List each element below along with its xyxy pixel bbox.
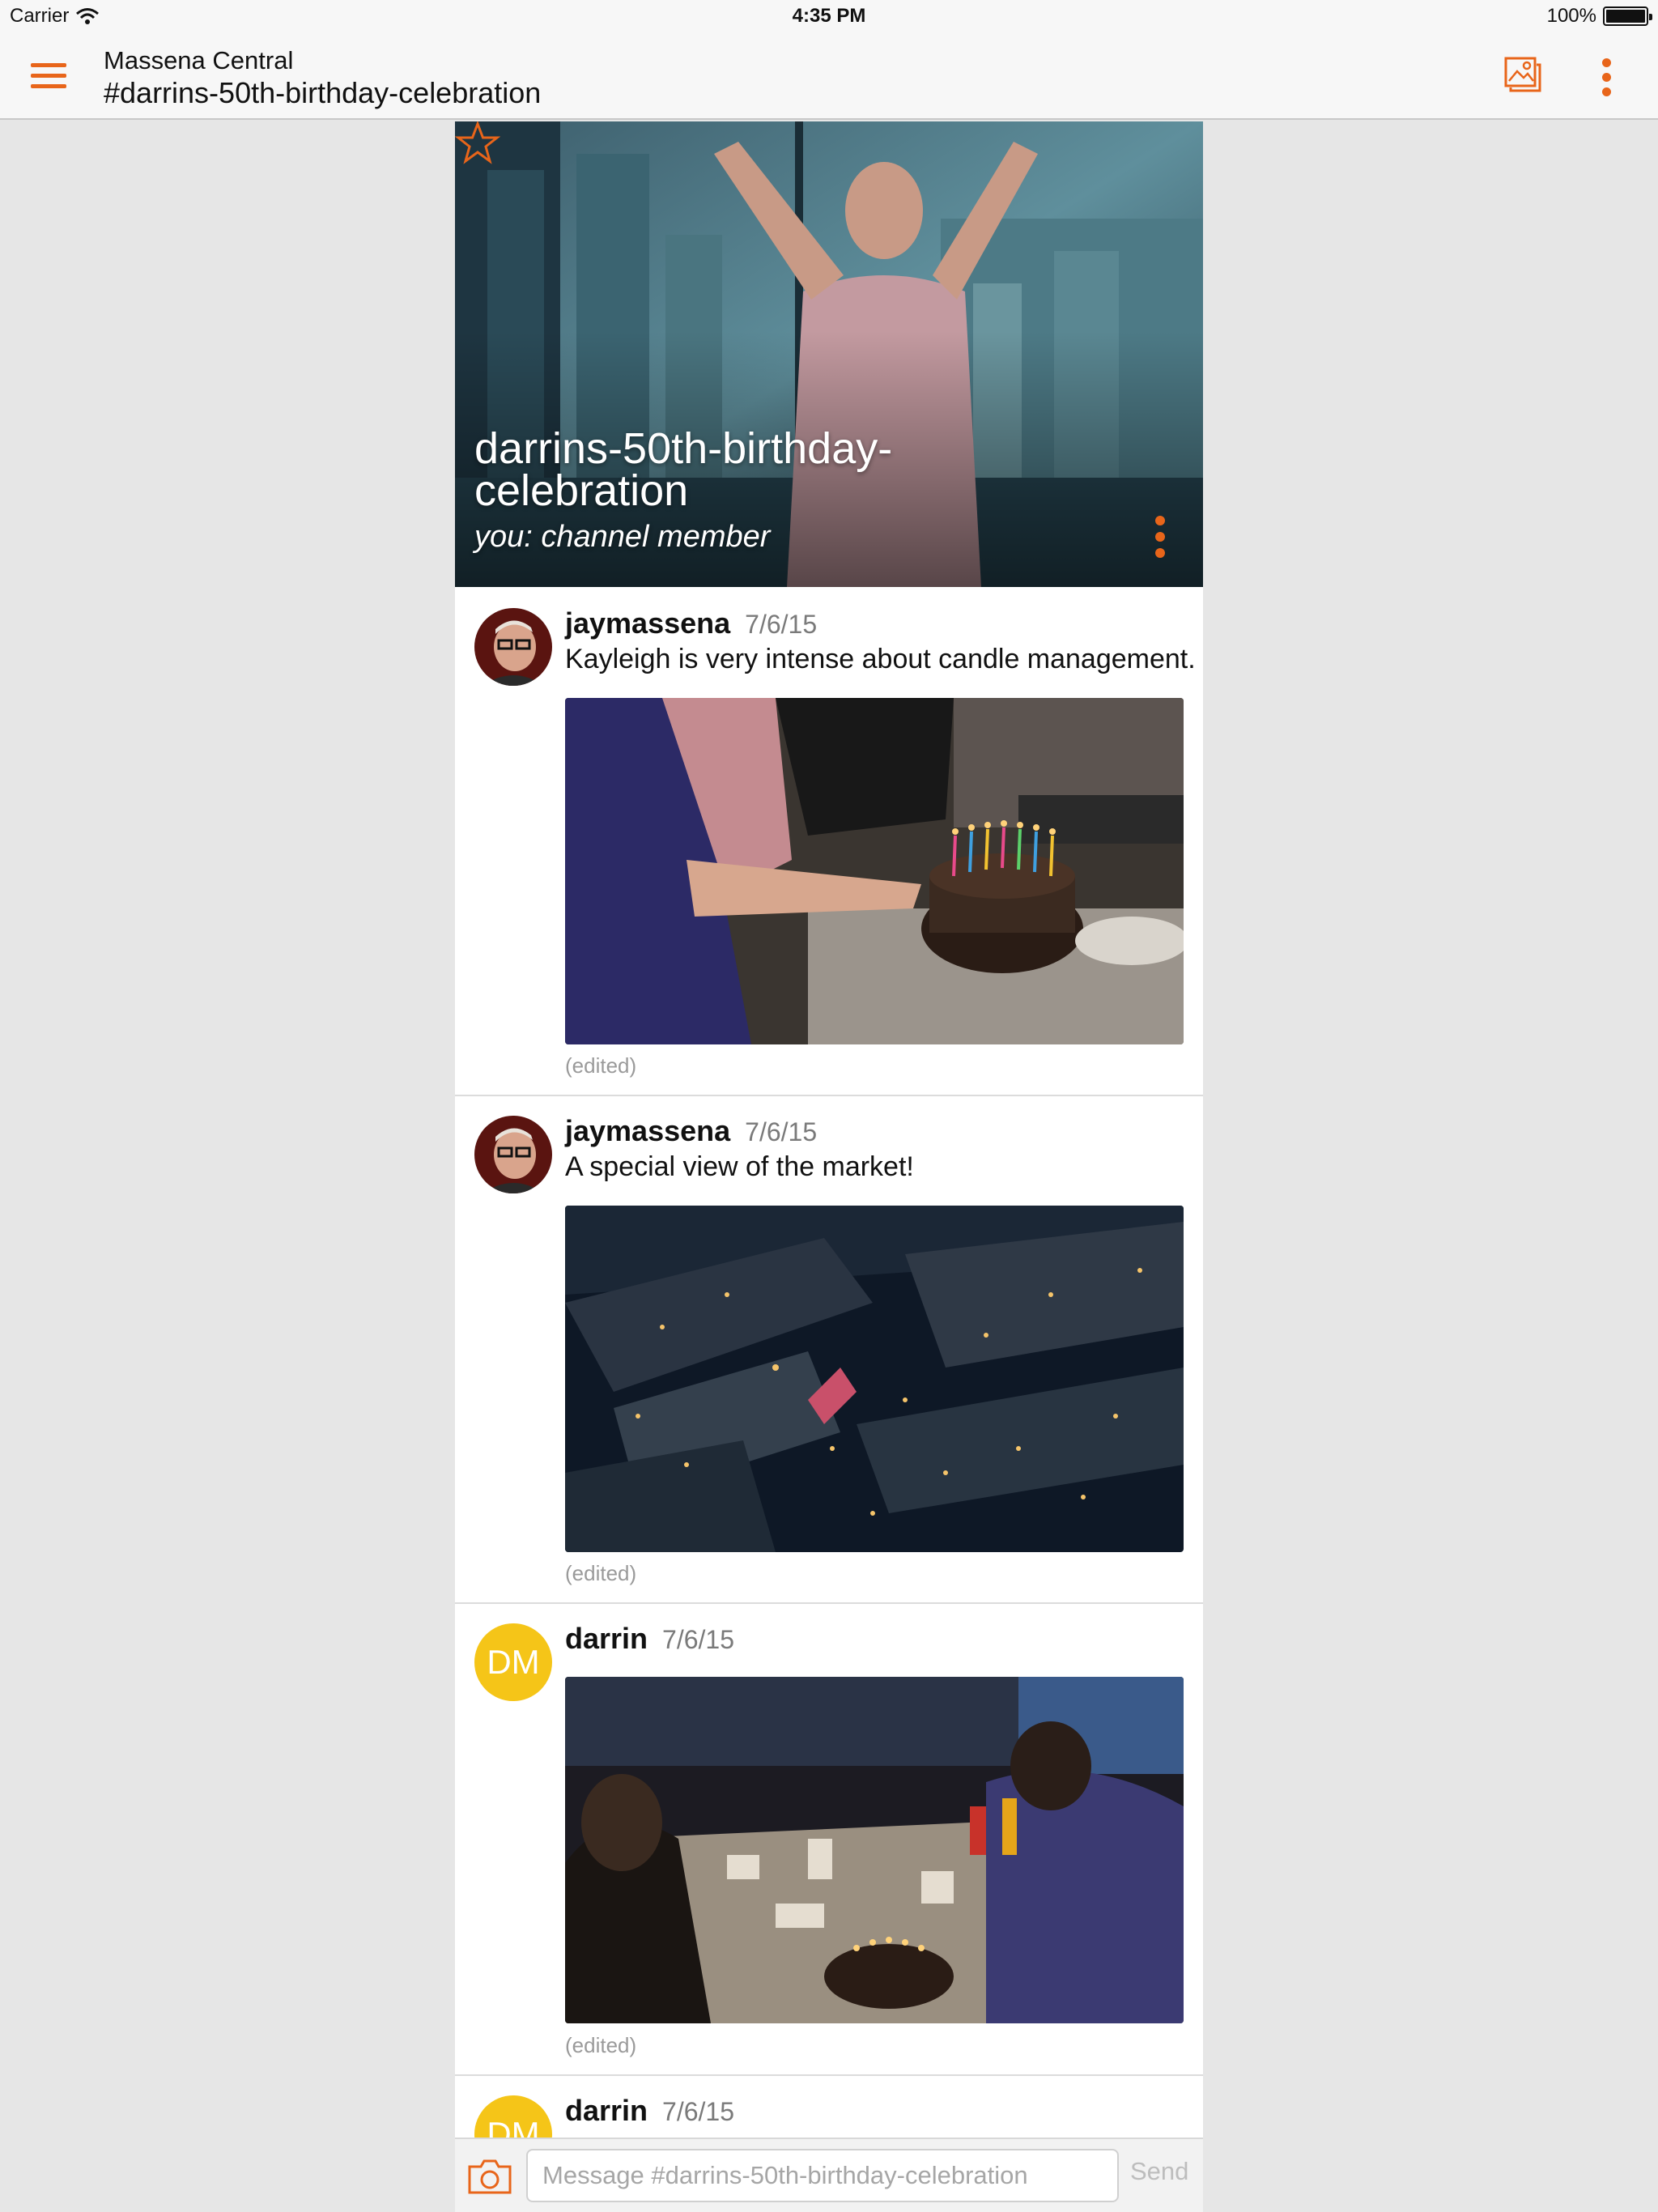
camera-icon[interactable]: [466, 2157, 513, 2196]
message-header: jaymassena 7/6/15: [565, 606, 817, 640]
send-button[interactable]: Send: [1130, 2157, 1188, 2186]
clock: 4:35 PM: [792, 5, 866, 27]
message-photo[interactable]: [565, 698, 1184, 1044]
hamburger-menu-icon[interactable]: [31, 63, 66, 89]
avatar[interactable]: DM: [474, 2095, 552, 2138]
message-composer: Send: [455, 2138, 1203, 2212]
channel-cover-photo: [455, 121, 1203, 587]
message-author[interactable]: jaymassena: [565, 606, 730, 640]
nav-titles: Massena Central #darrins-50th-birthday-c…: [104, 45, 541, 110]
channel-feed[interactable]: darrins-50th-birthday-celebration you: c…: [455, 121, 1203, 2138]
message-author[interactable]: darrin: [565, 1622, 648, 1656]
message-date: 7/6/15: [745, 610, 818, 639]
message-text: Kayleigh is very intense about candle ma…: [565, 644, 1196, 674]
message-input[interactable]: [526, 2149, 1119, 2202]
status-bar: Carrier 4:35 PM 100%: [0, 0, 1658, 32]
more-options-icon[interactable]: [1595, 57, 1619, 99]
avatar[interactable]: [474, 1116, 552, 1193]
channel-header: darrins-50th-birthday-celebration you: c…: [455, 121, 1203, 587]
message-photo[interactable]: [565, 1677, 1184, 2023]
message-author[interactable]: jaymassena: [565, 1114, 730, 1148]
battery-icon: [1603, 6, 1652, 26]
message-date: 7/6/15: [662, 1625, 734, 1654]
star-outline-icon[interactable]: [455, 121, 500, 165]
battery-indicator: 100%: [1546, 5, 1652, 28]
channel-more-icon[interactable]: [1151, 514, 1169, 559]
message-date: 7/6/15: [662, 2097, 734, 2126]
message-item: jaymassena 7/6/15 A special view of the …: [455, 1096, 1203, 1604]
message-header: jaymassena 7/6/15: [565, 1114, 817, 1148]
message-item: DM darrin 7/6/15: [455, 1604, 1203, 2076]
message-item: jaymassena 7/6/15 Kayleigh is very inten…: [455, 587, 1203, 1096]
edited-label: (edited): [565, 1561, 637, 1585]
channel-title: darrins-50th-birthday-celebration: [474, 424, 893, 515]
edited-label: (edited): [565, 2033, 637, 2057]
message-photo[interactable]: [565, 1206, 1184, 1552]
team-name: Massena Central: [104, 46, 294, 74]
message-header: darrin 7/6/15: [565, 2094, 734, 2128]
message-author[interactable]: darrin: [565, 2094, 648, 2128]
message-date: 7/6/15: [745, 1117, 818, 1146]
message-header: darrin 7/6/15: [565, 1622, 734, 1656]
edited-label: (edited): [565, 1053, 637, 1078]
avatar[interactable]: DM: [474, 1623, 552, 1701]
avatar[interactable]: [474, 608, 552, 686]
message-text: A special view of the market!: [565, 1151, 914, 1182]
navigation-bar: Massena Central #darrins-50th-birthday-c…: [0, 32, 1658, 120]
message-item: DM darrin 7/6/15: [455, 2076, 1203, 2138]
battery-label: 100%: [1546, 5, 1596, 27]
membership-status: you: channel member: [474, 520, 771, 554]
photo-gallery-icon[interactable]: [1503, 55, 1545, 97]
channel-name: #darrins-50th-birthday-celebration: [104, 76, 542, 109]
